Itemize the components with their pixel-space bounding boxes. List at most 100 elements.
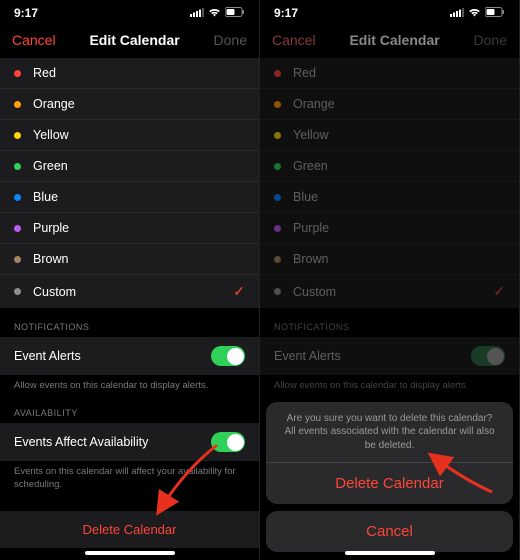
status-time: 9:17 bbox=[274, 6, 298, 20]
page-title: Edit Calendar bbox=[349, 32, 439, 48]
status-icons bbox=[450, 6, 505, 20]
color-row-blue[interactable]: Blue bbox=[0, 182, 259, 213]
home-indicator[interactable] bbox=[85, 551, 175, 555]
color-label: Purple bbox=[293, 221, 329, 235]
color-label: Red bbox=[293, 66, 316, 80]
color-row-yellow: Yellow bbox=[260, 120, 519, 151]
color-list: Red Orange Yellow Green Blue Purple Brown Custo… bbox=[0, 58, 259, 308]
color-label: Purple bbox=[33, 221, 69, 235]
event-alerts-toggle[interactable] bbox=[211, 346, 245, 366]
color-label: Brown bbox=[33, 252, 68, 266]
home-indicator[interactable] bbox=[345, 551, 435, 555]
color-dot-icon bbox=[274, 163, 281, 170]
color-dot-icon bbox=[14, 194, 21, 201]
color-label: Brown bbox=[293, 252, 328, 266]
color-row-blue: Blue bbox=[260, 182, 519, 213]
availability-toggle[interactable] bbox=[211, 432, 245, 452]
checkmark-icon: ✓ bbox=[233, 283, 245, 300]
checkmark-icon: ✓ bbox=[493, 283, 505, 300]
color-dot-icon bbox=[274, 225, 281, 232]
sheet-message: Are you sure you want to delete this cal… bbox=[266, 402, 513, 464]
color-dot-icon bbox=[14, 70, 21, 77]
signal-icon bbox=[190, 6, 204, 20]
status-bar: 9:17 bbox=[0, 0, 259, 22]
wifi-icon bbox=[208, 6, 221, 20]
color-label: Red bbox=[33, 66, 56, 80]
sheet-card: Are you sure you want to delete this cal… bbox=[266, 402, 513, 505]
availability-row[interactable]: Events Affect Availability bbox=[0, 423, 259, 461]
color-dot-icon bbox=[14, 101, 21, 108]
color-row-green[interactable]: Green bbox=[0, 151, 259, 182]
cancel-button: Cancel bbox=[272, 32, 316, 48]
status-time: 9:17 bbox=[14, 6, 38, 20]
availability-section: Events Affect Availability bbox=[0, 423, 259, 461]
color-row-custom: Custom ✓ bbox=[260, 275, 519, 308]
color-dot-icon bbox=[274, 132, 281, 139]
availability-header: AVAILABILITY bbox=[0, 394, 259, 423]
color-row-yellow[interactable]: Yellow bbox=[0, 120, 259, 151]
color-dot-icon bbox=[274, 288, 281, 295]
event-alerts-row: Event Alerts bbox=[260, 337, 519, 375]
notifications-section: Event Alerts bbox=[0, 337, 259, 375]
dimmed-content: Cancel Edit Calendar Done Red Orange Yello… bbox=[260, 22, 519, 423]
color-label: Green bbox=[293, 159, 328, 173]
wifi-icon bbox=[468, 6, 481, 20]
color-row-custom[interactable]: Custom ✓ bbox=[0, 275, 259, 308]
color-row-orange[interactable]: Orange bbox=[0, 89, 259, 120]
battery-icon bbox=[485, 6, 505, 20]
sheet-delete-button[interactable]: Delete Calendar bbox=[266, 463, 513, 504]
color-label: Orange bbox=[33, 97, 75, 111]
color-row-purple[interactable]: Purple bbox=[0, 213, 259, 244]
color-dot-icon bbox=[14, 132, 21, 139]
delete-calendar-button[interactable]: Delete Calendar bbox=[0, 511, 259, 548]
notifications-header: NOTIFICATIONS bbox=[0, 308, 259, 337]
color-list: Red Orange Yellow Green Blue Purple Brown Custo… bbox=[260, 58, 519, 308]
color-row-orange: Orange bbox=[260, 89, 519, 120]
color-dot-icon bbox=[274, 101, 281, 108]
color-dot-icon bbox=[14, 163, 21, 170]
color-label: Yellow bbox=[33, 128, 69, 142]
phone-left: 9:17 Cancel Edit Calendar Done Red Orange… bbox=[0, 0, 260, 560]
color-dot-icon bbox=[274, 70, 281, 77]
battery-icon bbox=[225, 6, 245, 20]
event-alerts-label: Event Alerts bbox=[14, 349, 81, 363]
color-label: Green bbox=[33, 159, 68, 173]
color-dot-icon bbox=[14, 225, 21, 232]
color-row-brown: Brown bbox=[260, 244, 519, 275]
color-dot-icon bbox=[14, 256, 21, 263]
signal-icon bbox=[450, 6, 464, 20]
color-label: Orange bbox=[293, 97, 335, 111]
color-label: Custom bbox=[33, 285, 76, 299]
color-row-green: Green bbox=[260, 151, 519, 182]
notifications-footer: Allow events on this calendar to display… bbox=[260, 375, 519, 394]
nav-bar: Cancel Edit Calendar Done bbox=[0, 22, 259, 58]
color-row-red[interactable]: Red bbox=[0, 58, 259, 89]
page-title: Edit Calendar bbox=[89, 32, 179, 48]
status-icons bbox=[190, 6, 245, 20]
color-row-red: Red bbox=[260, 58, 519, 89]
availability-label: Events Affect Availability bbox=[14, 435, 148, 449]
notifications-header: NOTIFICATIONS bbox=[260, 308, 519, 337]
color-row-brown[interactable]: Brown bbox=[0, 244, 259, 275]
event-alerts-toggle bbox=[471, 346, 505, 366]
cancel-button[interactable]: Cancel bbox=[12, 32, 56, 48]
sheet-cancel-button[interactable]: Cancel bbox=[266, 511, 513, 552]
status-bar: 9:17 bbox=[260, 0, 519, 22]
color-label: Yellow bbox=[293, 128, 329, 142]
color-label: Blue bbox=[33, 190, 58, 204]
phone-right: 9:17 Cancel Edit Calendar Done Red Orange… bbox=[260, 0, 520, 560]
event-alerts-label: Event Alerts bbox=[274, 349, 341, 363]
color-dot-icon bbox=[14, 288, 21, 295]
color-label: Custom bbox=[293, 285, 336, 299]
color-label: Blue bbox=[293, 190, 318, 204]
event-alerts-row[interactable]: Event Alerts bbox=[0, 337, 259, 375]
color-dot-icon bbox=[274, 256, 281, 263]
done-button: Done bbox=[474, 32, 507, 48]
notifications-footer: Allow events on this calendar to display… bbox=[0, 375, 259, 394]
notifications-section: Event Alerts bbox=[260, 337, 519, 375]
availability-footer: Events on this calendar will affect your… bbox=[0, 461, 259, 493]
action-sheet: Are you sure you want to delete this cal… bbox=[266, 402, 513, 553]
done-button[interactable]: Done bbox=[214, 32, 247, 48]
color-dot-icon bbox=[274, 194, 281, 201]
nav-bar: Cancel Edit Calendar Done bbox=[260, 22, 519, 58]
